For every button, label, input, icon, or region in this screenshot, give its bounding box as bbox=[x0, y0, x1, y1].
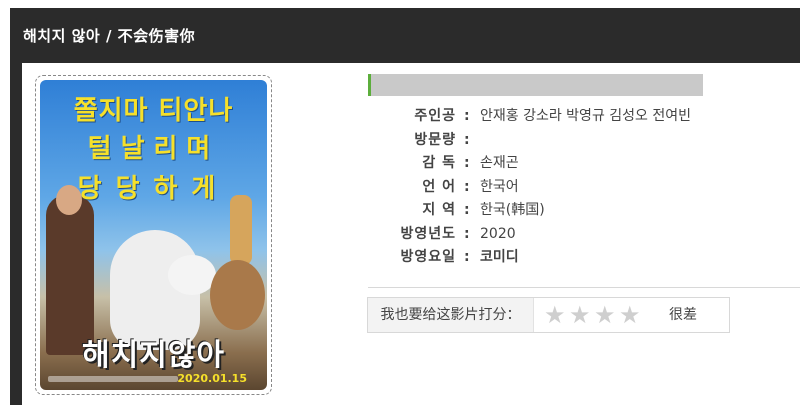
poster-giraffe-shape bbox=[230, 195, 252, 265]
info-colon: : bbox=[464, 249, 470, 265]
info-label-cast: 주인공 bbox=[414, 108, 456, 124]
movie-poster[interactable]: 쫄지마 티안나 털날리며 당당하게 해치지않아 2020.01.15 bbox=[40, 80, 267, 390]
poster-frame[interactable]: 쫄지마 티안나 털날리며 당당하게 해치지않아 2020.01.15 bbox=[35, 75, 272, 395]
info-label-director: 감 독 bbox=[422, 155, 456, 171]
info-value-region: 한국(韩国) bbox=[480, 202, 545, 218]
content-panel: 쫄지마 티안나 털날리며 당당하게 해치지않아 2020.01.15 주인공 :… bbox=[22, 63, 800, 405]
title-bar: 해치지 않아 / 不会伤害你 bbox=[10, 8, 800, 63]
score-bar bbox=[368, 74, 703, 96]
info-value-year: 2020 bbox=[480, 225, 516, 242]
info-value-language: 한국어 bbox=[480, 178, 519, 195]
rating-stars: ★ ★ ★ ★ bbox=[544, 303, 644, 327]
info-colon: : bbox=[464, 225, 470, 242]
rating-prompt: 我也要给这影片打分： bbox=[380, 307, 521, 323]
info-label-views: 방문량 bbox=[414, 131, 456, 148]
star-2-icon[interactable]: ★ bbox=[569, 303, 593, 327]
section-divider bbox=[368, 287, 800, 288]
info-colon: : bbox=[464, 131, 470, 148]
user-rating-box: 我也要给这影片打分： ★ ★ ★ ★ 很差 bbox=[367, 297, 730, 333]
info-label-year: 방영년도 bbox=[400, 225, 456, 242]
info-label-language: 언 어 bbox=[422, 178, 456, 195]
info-value-cast: 안재홍 강소라 박영규 김성오 전여빈 bbox=[480, 108, 691, 124]
rating-result-text: 很差 bbox=[669, 307, 697, 323]
info-colon: : bbox=[464, 108, 470, 124]
info-label-genre: 방영요일 bbox=[400, 249, 456, 265]
star-1-icon[interactable]: ★ bbox=[544, 303, 568, 327]
info-colon: : bbox=[464, 202, 470, 218]
poster-movie-title: 해치지않아 bbox=[82, 338, 225, 373]
page-title: 해치지 않아 / 不会伤害你 bbox=[23, 27, 196, 45]
star-3-icon[interactable]: ★ bbox=[594, 303, 618, 327]
info-value-genre: 코미디 bbox=[480, 249, 519, 265]
poster-bear-head-shape bbox=[168, 255, 216, 295]
poster-lion-shape bbox=[210, 260, 265, 330]
poster-release-date: 2020.01.15 bbox=[177, 372, 247, 385]
rating-widget: ★ ★ ★ ★ 很差 bbox=[533, 298, 729, 332]
info-colon: : bbox=[464, 155, 470, 171]
info-colon: : bbox=[464, 178, 470, 195]
poster-tagline-line-2: 털날리며 bbox=[87, 134, 220, 164]
poster-tagline-line-1: 쫄지마 티안나 bbox=[73, 96, 234, 126]
info-value-director: 손재곤 bbox=[480, 155, 519, 171]
poster-credits bbox=[48, 376, 178, 382]
poster-tagline-line-3: 당당하게 bbox=[77, 174, 230, 204]
star-4-icon[interactable]: ★ bbox=[619, 303, 643, 327]
info-label-region: 지 역 bbox=[422, 202, 456, 218]
